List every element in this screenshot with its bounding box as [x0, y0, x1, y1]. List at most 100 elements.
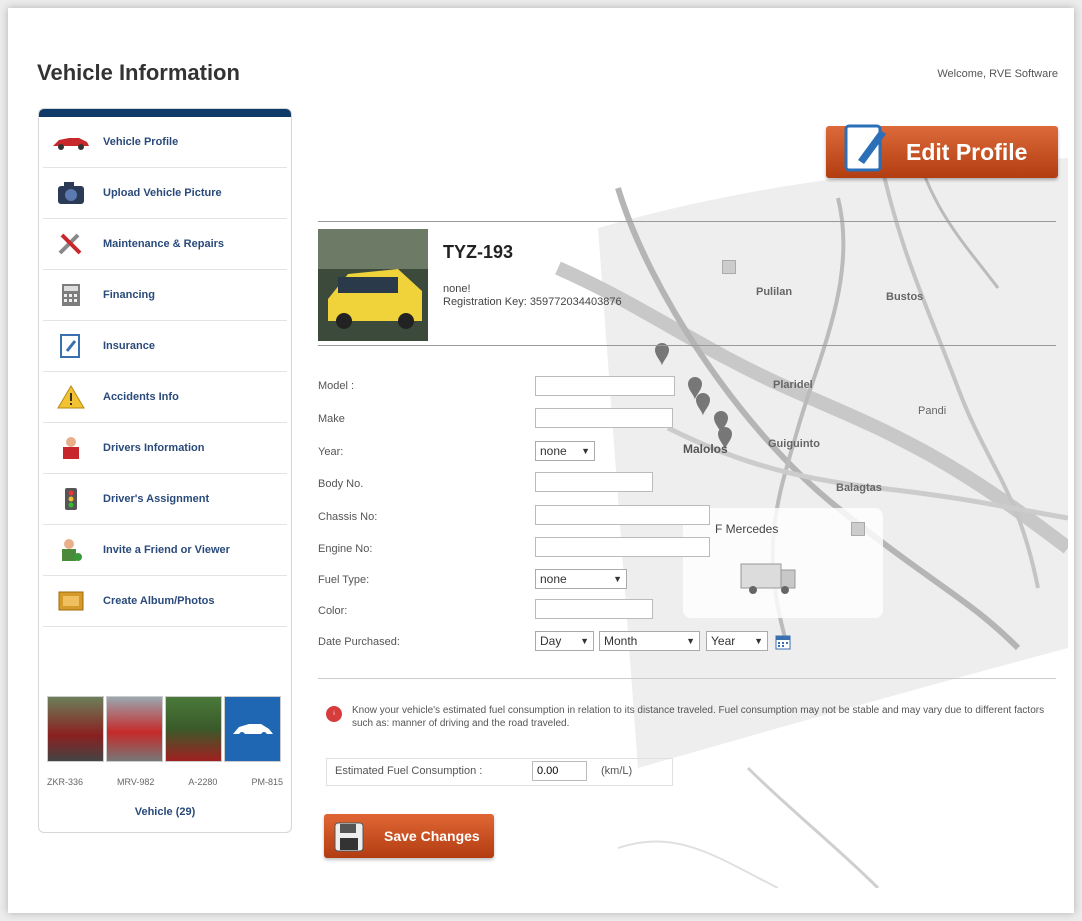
- year-purchased-select[interactable]: Year ▼: [706, 631, 768, 651]
- edit-document-icon: [844, 124, 886, 172]
- save-changes-label: Save Changes: [384, 828, 480, 844]
- chevron-down-icon: ▼: [613, 574, 622, 584]
- map-popup-close-icon[interactable]: [722, 260, 736, 274]
- sidebar-item-label: Vehicle Profile: [103, 136, 179, 148]
- sidebar-item-label: Maintenance & Repairs: [103, 238, 225, 250]
- vehicle-note: none!: [443, 283, 471, 295]
- model-label: Model :: [318, 380, 355, 392]
- chassis-number-label: Chassis No:: [318, 511, 378, 523]
- vehicle-thumbnail[interactable]: [106, 696, 163, 762]
- fuel-consumption-input[interactable]: [532, 761, 587, 781]
- sidebar: Vehicle Profile Upload Vehicle Picture M…: [38, 108, 292, 833]
- map-label-bustos: Bustos: [886, 291, 924, 303]
- sidebar-item-label: Create Album/Photos: [103, 595, 215, 607]
- sidebar-menu: Vehicle Profile Upload Vehicle Picture M…: [39, 117, 291, 627]
- sidebar-item-driver-assignment[interactable]: Driver's Assignment: [43, 474, 287, 525]
- thumbnail-label: A-2280: [188, 777, 218, 787]
- sidebar-item-invite[interactable]: Invite a Friend or Viewer: [43, 525, 287, 576]
- sidebar-item-drivers-info[interactable]: Drivers Information: [43, 423, 287, 474]
- year-purchased-select-value: Year: [711, 634, 736, 648]
- album-icon: [49, 586, 93, 616]
- make-input[interactable]: [535, 408, 673, 428]
- vehicle-thumbnail[interactable]: [224, 696, 281, 762]
- truck-icon: [740, 563, 796, 594]
- sidebar-item-upload-picture[interactable]: Upload Vehicle Picture: [43, 168, 287, 219]
- info-badge-icon: i: [326, 706, 342, 722]
- fuel-info: i Know your vehicle's estimated fuel con…: [326, 704, 1056, 730]
- person-plus-icon: [49, 535, 93, 565]
- map-info-popup: F Mercedes: [683, 508, 883, 618]
- model-input[interactable]: [535, 376, 675, 396]
- map-label-malolos: Malolos: [683, 442, 728, 456]
- month-select-value: Month: [604, 634, 638, 648]
- traffic-light-icon: [49, 484, 93, 514]
- edit-profile-label: Edit Profile: [906, 138, 1028, 165]
- month-select[interactable]: Month ▼: [599, 631, 700, 651]
- fuel-type-select[interactable]: none ▼: [535, 569, 627, 589]
- popup-close-icon[interactable]: [851, 522, 865, 536]
- year-select-value: none: [540, 444, 567, 458]
- divider: [318, 345, 1056, 346]
- fuel-consumption-unit: (km/L): [601, 765, 633, 777]
- divider: [318, 221, 1056, 222]
- engine-number-label: Engine No:: [318, 543, 373, 555]
- day-select[interactable]: Day ▼: [535, 631, 594, 651]
- save-disk-icon: [334, 822, 364, 852]
- map-label-pandi: Pandi: [918, 405, 947, 417]
- make-label: Make: [318, 413, 345, 425]
- page-title: Vehicle Information: [37, 60, 240, 85]
- chevron-down-icon: ▼: [580, 636, 589, 646]
- vehicle-thumbnail[interactable]: [47, 696, 104, 762]
- vehicle-plate: TYZ-193: [443, 242, 514, 262]
- fuel-info-text: Know your vehicle's estimated fuel consu…: [352, 705, 1045, 729]
- day-select-value: Day: [540, 634, 562, 648]
- vehicle-photo: [318, 229, 428, 341]
- chassis-number-input[interactable]: [535, 505, 710, 525]
- body-number-input[interactable]: [535, 472, 653, 492]
- welcome-text: Welcome, RVE Software: [937, 68, 1058, 80]
- color-label: Color:: [318, 605, 348, 617]
- body-number-label: Body No.: [318, 478, 364, 490]
- engine-number-input[interactable]: [535, 537, 710, 557]
- map-label-pulilan: Pulilan: [756, 286, 793, 298]
- sidebar-item-financing[interactable]: Financing: [43, 270, 287, 321]
- date-purchased-label: Date Purchased:: [318, 636, 400, 648]
- vehicle-thumbnails: [47, 696, 281, 762]
- sidebar-item-vehicle-profile[interactable]: Vehicle Profile: [43, 117, 287, 168]
- sidebar-item-accidents[interactable]: Accidents Info: [43, 372, 287, 423]
- vehicle-count-link[interactable]: Vehicle (29): [39, 806, 291, 818]
- thumbnail-label: ZKR-336: [47, 777, 84, 787]
- sidebar-item-album[interactable]: Create Album/Photos: [43, 576, 287, 627]
- app-frame: Pulilan Bustos Plaridel Pandi Malolos Gu…: [8, 8, 1074, 913]
- sidebar-item-label: Invite a Friend or Viewer: [103, 544, 230, 556]
- vehicle-details: none! Registration Key: 359772034403876: [443, 283, 622, 309]
- fuel-consumption-label: Estimated Fuel Consumption :: [335, 765, 483, 777]
- thumbnail-label: MRV-982: [117, 777, 155, 787]
- sidebar-header-bar: [39, 109, 291, 117]
- map-label-plaridel: Plaridel: [773, 379, 813, 391]
- divider: [318, 678, 1056, 679]
- map-label-balagtas: Balagtas: [836, 482, 882, 494]
- chevron-down-icon: ▼: [686, 636, 695, 646]
- tools-icon: [49, 229, 93, 259]
- year-select[interactable]: none ▼: [535, 441, 595, 461]
- save-changes-button[interactable]: Save Changes: [324, 814, 494, 858]
- car-silhouette-icon: [232, 724, 273, 738]
- registration-key: Registration Key: 359772034403876: [443, 296, 622, 308]
- sidebar-item-label: Insurance: [103, 340, 155, 352]
- sidebar-item-label: Financing: [103, 289, 155, 301]
- warning-icon: [49, 382, 93, 412]
- camera-icon: [49, 178, 93, 208]
- red-car-icon: [49, 127, 93, 157]
- sidebar-item-label: Accidents Info: [103, 391, 179, 403]
- vehicle-thumbnail[interactable]: [165, 696, 222, 762]
- sidebar-item-insurance[interactable]: Insurance: [43, 321, 287, 372]
- color-input[interactable]: [535, 599, 653, 619]
- thumbnail-labels: ZKR-336 MRV-982 A-2280 PM-815: [47, 777, 283, 787]
- edit-profile-button[interactable]: Edit Profile: [826, 124, 1058, 178]
- sidebar-item-maintenance[interactable]: Maintenance & Repairs: [43, 219, 287, 270]
- calculator-icon: [49, 280, 93, 310]
- map-label-guiguinto: Guiguinto: [768, 438, 820, 450]
- calendar-icon[interactable]: [775, 634, 791, 650]
- fuel-type-label: Fuel Type:: [318, 574, 370, 586]
